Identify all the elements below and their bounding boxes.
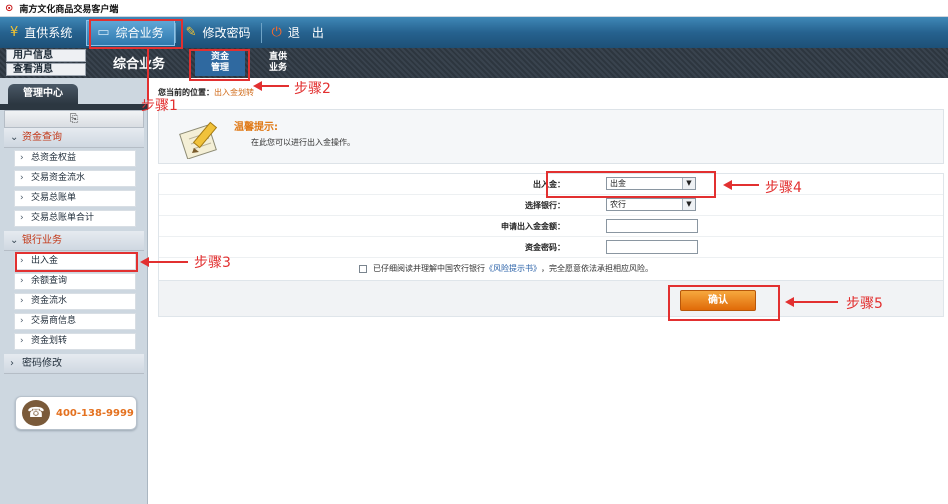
category-label: 银行业务 bbox=[22, 235, 62, 246]
app-logo-icon: ⊙ bbox=[5, 2, 14, 14]
agree-checkbox[interactable] bbox=[359, 264, 367, 273]
sidebar-item-balance-query[interactable]: › 余额查询 bbox=[14, 273, 136, 290]
form-row-bank: 选择银行： 农行 ▼ bbox=[159, 195, 943, 216]
annotation-arrow-step3 bbox=[140, 257, 188, 267]
sidebar-item-fund-flow[interactable]: › 资金流水 bbox=[14, 293, 136, 310]
section-title: 综合业务 bbox=[113, 57, 166, 72]
annotation-step1: 步骤1 bbox=[141, 98, 178, 114]
category-fund-query[interactable]: ⌄ 资金查询 bbox=[4, 128, 144, 148]
risk-notice-link[interactable]: 《风险提示书》 bbox=[485, 263, 541, 274]
sidebar-item-statement-total[interactable]: › 交易总账单合计 bbox=[14, 210, 136, 227]
annotation-step3: 步骤3 bbox=[194, 255, 231, 271]
view-messages-button[interactable]: 查看消息 bbox=[6, 63, 86, 76]
annotation-step2: 步骤2 bbox=[294, 81, 331, 97]
hotline-number: 400-138-9999 bbox=[56, 407, 134, 419]
app-title: 南方文化商品交易客户端 bbox=[19, 4, 119, 15]
chevron-right-icon: › bbox=[20, 296, 24, 306]
title-bar: ⊙ 南方文化商品交易客户端 bbox=[0, 0, 948, 17]
annotation-box-step4 bbox=[546, 171, 716, 198]
toolbar-label: 直供系统 bbox=[24, 26, 73, 40]
annotation-box-step5 bbox=[668, 285, 780, 321]
chevron-down-icon: ⌄ bbox=[10, 235, 19, 246]
sidebar-item-label: 资金划转 bbox=[31, 336, 68, 346]
bank-value: 农行 bbox=[610, 200, 626, 209]
chevron-right-icon: › bbox=[20, 316, 24, 326]
chevron-right-icon: › bbox=[20, 213, 24, 223]
chevron-right-icon: › bbox=[20, 276, 24, 286]
sidebar-item-label: 资金流水 bbox=[31, 296, 68, 306]
category-label: 密码修改 bbox=[22, 358, 62, 369]
tab-direct-supply-business[interactable]: 直供 业务 bbox=[253, 50, 303, 76]
category-bank-business[interactable]: ⌄ 银行业务 bbox=[4, 231, 144, 251]
amount-label: 申请出入金金额： bbox=[501, 222, 565, 231]
chevron-right-icon: › bbox=[10, 358, 14, 369]
annotation-arrow-step4 bbox=[723, 180, 759, 190]
risk-agreement: 已仔细阅读并理解中国农行银行 《风险提示书》 ，完全愿意依法承担相应风险。 bbox=[359, 263, 653, 274]
notepad-pencil-icon bbox=[179, 121, 218, 159]
category-password-change[interactable]: › 密码修改 bbox=[4, 354, 144, 374]
tip-title: 温馨提示: bbox=[234, 122, 278, 133]
agree-text: 已仔细阅读并理解中国农行银行 bbox=[373, 264, 485, 273]
sidebar-item-trader-info[interactable]: › 交易商信息 bbox=[14, 313, 136, 330]
management-center-tab[interactable]: 管理中心 bbox=[8, 84, 78, 104]
confirm-zone: 确认 bbox=[159, 280, 943, 316]
sidebar-item-label: 总资金权益 bbox=[31, 153, 77, 163]
sidebar-toolbar: ⎘ bbox=[4, 110, 144, 128]
sidebar-item-label: 交易总账单合计 bbox=[31, 213, 95, 223]
yen-icon: ¥ bbox=[10, 25, 19, 40]
password-label: 资金密码： bbox=[525, 243, 565, 252]
chevron-right-icon: › bbox=[20, 193, 24, 203]
chevron-down-icon: ▼ bbox=[682, 199, 695, 210]
annotation-arrow-step2 bbox=[253, 81, 289, 91]
pen-icon: ✎ bbox=[185, 25, 197, 40]
category-label: 资金查询 bbox=[22, 132, 62, 143]
power-icon: ⏻ bbox=[271, 25, 282, 40]
main-content: 您当前的位置：出入金划转 温馨提示: 在此您可以进行出入金操作。 出入金： 出金… bbox=[149, 78, 948, 504]
sidebar-item-label: 交易总账单 bbox=[31, 193, 77, 203]
annotation-step5: 步骤5 bbox=[846, 296, 883, 312]
export-icon[interactable]: ⎘ bbox=[70, 112, 79, 125]
sidebar-item-label: 余额查询 bbox=[31, 276, 68, 286]
annotation-arrow-step5 bbox=[785, 297, 838, 307]
phone-icon: ☎ bbox=[22, 400, 50, 426]
toolbar-change-password[interactable]: ✎ 修改密码 bbox=[176, 17, 261, 48]
sidebar-item-total-equity[interactable]: › 总资金权益 bbox=[14, 150, 136, 167]
sub-navigation: 用户信息 查看消息 综合业务 资金 管理 直供 业务 bbox=[0, 48, 948, 78]
sidebar-item-fund-transfer[interactable]: › 资金划转 bbox=[14, 333, 136, 350]
bank-select[interactable]: 农行 ▼ bbox=[606, 198, 696, 211]
breadcrumb-current[interactable]: 出入金划转 bbox=[214, 88, 254, 97]
tip-body: 在此您可以进行出入金操作。 bbox=[251, 138, 355, 147]
toolbar-logout[interactable]: ⏻ 退 出 bbox=[262, 17, 334, 48]
left-sidebar: 管理中心 ⎘ ⌄ 资金查询 › 总资金权益 › 交易资金流水 › 交易总账单 › 交易总账… bbox=[0, 78, 148, 504]
sidebar-item-trade-statement[interactable]: › 交易总账单 bbox=[14, 190, 136, 207]
chevron-right-icon: › bbox=[20, 336, 24, 346]
annotation-box-step3 bbox=[15, 252, 138, 272]
bank-label: 选择银行： bbox=[525, 201, 565, 210]
form-row-amount: 申请出入金金额： bbox=[159, 216, 943, 237]
agree-text-suffix: ，完全愿意依法承担相应风险。 bbox=[541, 264, 653, 273]
sidebar-item-trade-fund-flow[interactable]: › 交易资金流水 bbox=[14, 170, 136, 187]
toolbar-direct-supply[interactable]: ¥ 直供系统 bbox=[0, 17, 82, 48]
tab-line: 业务 bbox=[268, 63, 287, 73]
sidebar-item-label: 交易商信息 bbox=[31, 316, 77, 326]
annotation-step4: 步骤4 bbox=[765, 180, 802, 196]
annotation-box-step1 bbox=[89, 19, 183, 49]
amount-input[interactable] bbox=[606, 219, 698, 233]
fund-password-input[interactable] bbox=[606, 240, 698, 254]
chevron-right-icon: › bbox=[20, 153, 24, 163]
chevron-down-icon: ⌄ bbox=[10, 132, 19, 143]
annotation-box-step2 bbox=[189, 49, 250, 81]
toolbar-label: 退 出 bbox=[287, 26, 324, 40]
tip-box: 温馨提示: 在此您可以进行出入金操作。 bbox=[158, 109, 944, 164]
toolbar-label: 修改密码 bbox=[202, 26, 251, 40]
annotation-line-step1 bbox=[147, 49, 149, 100]
user-info-button[interactable]: 用户信息 bbox=[6, 49, 86, 62]
form-row-password: 资金密码： bbox=[159, 237, 943, 258]
chevron-right-icon: › bbox=[20, 173, 24, 183]
hotline-box: ☎ 400-138-9999 bbox=[15, 396, 137, 430]
sidebar-item-label: 交易资金流水 bbox=[31, 173, 86, 183]
tab-line: 直供 bbox=[268, 52, 287, 62]
